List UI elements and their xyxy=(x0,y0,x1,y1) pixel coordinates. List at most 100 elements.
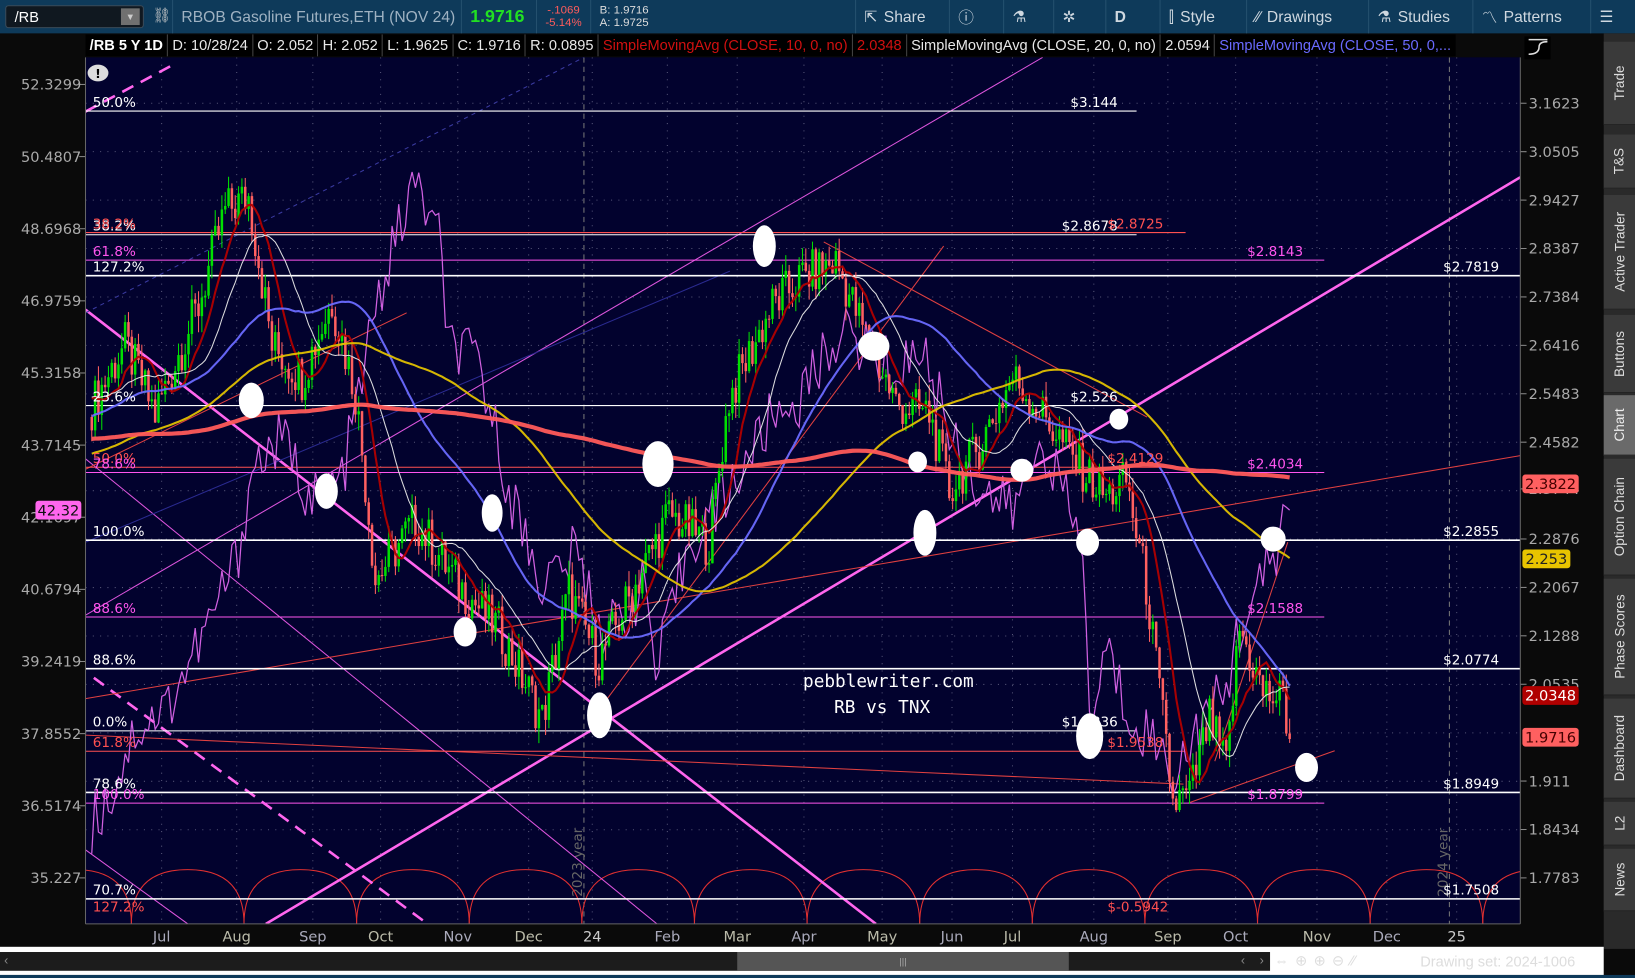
candle-body xyxy=(240,186,244,194)
candle-body xyxy=(264,287,267,299)
candle-body xyxy=(467,614,471,619)
tnx-tick-label: 45.3158 xyxy=(21,365,81,382)
candle-body xyxy=(904,413,908,424)
fib-percent-label: 38.2% xyxy=(93,216,136,232)
candle-body xyxy=(764,318,768,343)
candle-body xyxy=(954,489,958,502)
candle-body xyxy=(1235,646,1238,706)
tab-t-s[interactable]: T&S xyxy=(1603,134,1635,189)
candle-body xyxy=(400,528,404,544)
pan-icon[interactable]: ⇔ xyxy=(1274,952,1289,970)
tnx-tick-label: 40.6794 xyxy=(21,582,81,599)
candle-body xyxy=(270,321,274,351)
candle-body xyxy=(631,596,634,613)
scrollbar-thumb[interactable]: ||| xyxy=(737,952,1069,971)
candle-body xyxy=(1141,543,1145,547)
candle-body xyxy=(1161,678,1165,700)
candle-body xyxy=(881,377,884,379)
alert-icon[interactable]: ! xyxy=(87,64,109,82)
candle-body xyxy=(120,348,124,365)
zoom-in-icon[interactable]: ⊕ xyxy=(1314,952,1326,970)
tab-buttons[interactable]: Buttons xyxy=(1603,314,1635,394)
zoom-out-icon[interactable]: ⊖ xyxy=(1332,952,1344,970)
sma200-badge: 2.3822 xyxy=(1525,476,1576,493)
drawing-tool-icon[interactable]: ⁄⁄ xyxy=(1351,952,1356,970)
time-tick-label: Oct xyxy=(368,929,393,946)
scroll-left-end-arrow[interactable]: ‹ xyxy=(1241,953,1245,968)
tab-label: T&S xyxy=(1611,147,1628,175)
time-tick-label: Oct xyxy=(1223,929,1248,946)
candle-body xyxy=(380,575,384,577)
candle-body xyxy=(330,308,334,317)
price-tick-label: 2.1288 xyxy=(1529,628,1580,645)
tab-l2[interactable]: L2 xyxy=(1603,801,1635,846)
candle-body xyxy=(464,582,467,615)
tnx-tick-label: 43.7145 xyxy=(21,437,81,454)
candle-body xyxy=(1178,790,1181,810)
candle-body xyxy=(851,287,854,295)
candle xyxy=(817,248,821,297)
candle-body xyxy=(647,544,651,554)
chart-mode-icon[interactable] xyxy=(1524,36,1551,60)
tab-active-trader[interactable]: Active Trader xyxy=(1603,194,1635,310)
candle-body xyxy=(1018,366,1021,389)
candle-body xyxy=(1214,716,1218,738)
candle-body xyxy=(691,509,694,537)
crosshair-icon[interactable]: ⊕ xyxy=(1295,952,1307,970)
candle-body xyxy=(988,419,991,427)
tab-trade[interactable]: Trade xyxy=(1603,41,1635,126)
time-tick-label: Nov xyxy=(1303,929,1332,946)
drawing-set-label[interactable]: Drawing set: 2024-1006 xyxy=(1420,953,1575,970)
candle-body xyxy=(520,649,524,688)
candle-body xyxy=(1201,727,1205,745)
price-tick-label: 3.0505 xyxy=(1529,144,1580,161)
horizontal-scrollbar[interactable]: ‹ ||| ‹ › xyxy=(0,952,1271,971)
scroll-left-arrow[interactable]: ‹ xyxy=(4,953,8,968)
tab-phase-scores[interactable]: Phase Scores xyxy=(1603,578,1635,696)
candle-body xyxy=(1194,764,1198,776)
tab-option-chain[interactable]: Option Chain xyxy=(1603,458,1635,576)
candle-body xyxy=(697,526,701,536)
candle-body xyxy=(153,399,157,423)
time-axis[interactable]: Jul Aug Sep Oct Nov Dec 24 Feb Mar Apr May Jun Jul Au… xyxy=(85,923,1521,946)
candle-body xyxy=(964,461,968,494)
candle-body xyxy=(484,591,487,619)
candle xyxy=(938,429,941,463)
candle-body xyxy=(360,411,364,456)
price-tick-label: 3.1623 xyxy=(1529,95,1580,112)
tnx-axis[interactable]: 52.3299 50.4807 48.6968 46.9759 45.3158 43.71… xyxy=(21,57,87,924)
time-tick-label: Apr xyxy=(791,929,816,946)
candle-body xyxy=(887,374,891,393)
tab-label: Dashboard xyxy=(1611,714,1628,782)
candle-body xyxy=(407,517,411,522)
tab-label: News xyxy=(1611,862,1628,897)
candle-body xyxy=(894,387,898,394)
tab-label: Chart xyxy=(1611,408,1628,442)
last-price-badge: 1.9716 xyxy=(1525,729,1576,746)
candle-body xyxy=(1174,798,1178,810)
candle-body xyxy=(931,419,934,423)
tab-news[interactable]: News xyxy=(1603,848,1635,912)
fib-price-label: $1.9836 xyxy=(1062,715,1118,731)
candle-body xyxy=(527,676,531,688)
candle-body xyxy=(377,575,380,586)
candle-body xyxy=(90,417,94,431)
tab-dashboard[interactable]: Dashboard xyxy=(1603,698,1635,799)
scroll-right-arrow[interactable]: › xyxy=(1260,953,1264,968)
price-tick-label: 2.9427 xyxy=(1529,192,1580,209)
candle-body xyxy=(180,355,184,371)
price-tick-label: 1.8434 xyxy=(1529,822,1580,839)
candle-body xyxy=(1204,727,1208,742)
price-chart[interactable]: 2023 year 2024 year 50.0% $3.14438.2% $2.86… xyxy=(0,0,1604,947)
candle-body xyxy=(664,504,667,518)
candle-body xyxy=(294,382,297,390)
candle-body xyxy=(611,611,614,622)
fib-percent-label: 61.8% xyxy=(93,244,136,260)
tab-chart[interactable]: Chart xyxy=(1603,395,1635,456)
candle-body xyxy=(694,509,697,536)
candle-body xyxy=(1251,670,1255,678)
fib-price-label: $2.4034 xyxy=(1247,456,1303,472)
fib-price-label: $3.144 xyxy=(1070,95,1117,111)
candle-body xyxy=(1198,744,1201,776)
fib-percent-label: 23.6% xyxy=(93,389,136,405)
